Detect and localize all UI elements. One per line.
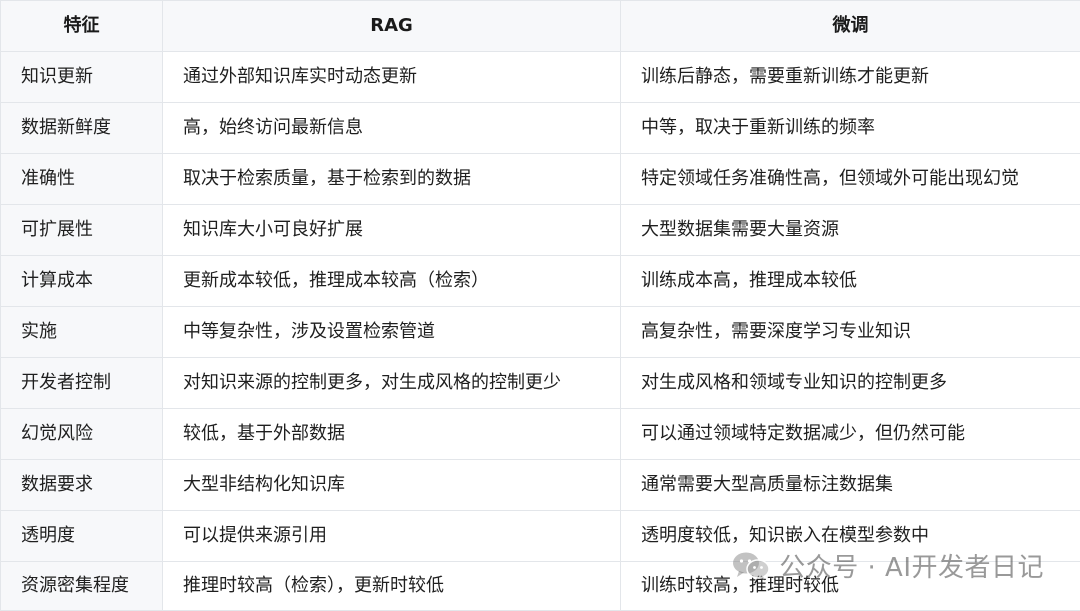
feature-cell: 准确性	[1, 154, 163, 205]
comparison-table: 特征 RAG 微调 知识更新 通过外部知识库实时动态更新 训练后静态，需要重新训…	[0, 0, 1080, 611]
header-finetune: 微调	[621, 1, 1080, 52]
rag-cell: 对知识来源的控制更多，对生成风格的控制更少	[163, 358, 621, 409]
feature-cell: 实施	[1, 307, 163, 358]
rag-cell: 知识库大小可良好扩展	[163, 205, 621, 256]
finetune-cell: 高复杂性，需要深度学习专业知识	[621, 307, 1080, 358]
finetune-cell: 训练时较高，推理时较低	[621, 562, 1080, 611]
table-row: 资源密集程度 推理时较高（检索），更新时较低 训练时较高，推理时较低	[1, 562, 1080, 611]
rag-cell: 取决于检索质量，基于检索到的数据	[163, 154, 621, 205]
header-feature: 特征	[1, 1, 163, 52]
finetune-cell: 训练后静态，需要重新训练才能更新	[621, 52, 1080, 103]
feature-cell: 计算成本	[1, 256, 163, 307]
finetune-cell: 对生成风格和领域专业知识的控制更多	[621, 358, 1080, 409]
table-row: 可扩展性 知识库大小可良好扩展 大型数据集需要大量资源	[1, 205, 1080, 256]
finetune-cell: 训练成本高，推理成本较低	[621, 256, 1080, 307]
rag-cell: 通过外部知识库实时动态更新	[163, 52, 621, 103]
table-body: 知识更新 通过外部知识库实时动态更新 训练后静态，需要重新训练才能更新 数据新鲜…	[1, 52, 1080, 611]
table-row: 知识更新 通过外部知识库实时动态更新 训练后静态，需要重新训练才能更新	[1, 52, 1080, 103]
rag-cell: 高，始终访问最新信息	[163, 103, 621, 154]
table-row: 幻觉风险 较低，基于外部数据 可以通过领域特定数据减少，但仍然可能	[1, 409, 1080, 460]
table-header: 特征 RAG 微调	[1, 1, 1080, 52]
feature-cell: 幻觉风险	[1, 409, 163, 460]
feature-cell: 可扩展性	[1, 205, 163, 256]
rag-cell: 更新成本较低，推理成本较高（检索）	[163, 256, 621, 307]
table-row: 数据新鲜度 高，始终访问最新信息 中等，取决于重新训练的频率	[1, 103, 1080, 154]
table-row: 数据要求 大型非结构化知识库 通常需要大型高质量标注数据集	[1, 460, 1080, 511]
feature-cell: 数据要求	[1, 460, 163, 511]
rag-cell: 较低，基于外部数据	[163, 409, 621, 460]
rag-cell: 推理时较高（检索），更新时较低	[163, 562, 621, 611]
finetune-cell: 大型数据集需要大量资源	[621, 205, 1080, 256]
table-row: 准确性 取决于检索质量，基于检索到的数据 特定领域任务准确性高，但领域外可能出现…	[1, 154, 1080, 205]
rag-cell: 中等复杂性，涉及设置检索管道	[163, 307, 621, 358]
table-row: 开发者控制 对知识来源的控制更多，对生成风格的控制更少 对生成风格和领域专业知识…	[1, 358, 1080, 409]
finetune-cell: 可以通过领域特定数据减少，但仍然可能	[621, 409, 1080, 460]
feature-cell: 透明度	[1, 511, 163, 562]
finetune-cell: 中等，取决于重新训练的频率	[621, 103, 1080, 154]
feature-cell: 开发者控制	[1, 358, 163, 409]
table-row: 透明度 可以提供来源引用 透明度较低，知识嵌入在模型参数中	[1, 511, 1080, 562]
feature-cell: 知识更新	[1, 52, 163, 103]
finetune-cell: 通常需要大型高质量标注数据集	[621, 460, 1080, 511]
finetune-cell: 特定领域任务准确性高，但领域外可能出现幻觉	[621, 154, 1080, 205]
feature-cell: 数据新鲜度	[1, 103, 163, 154]
header-rag: RAG	[163, 1, 621, 52]
table-row: 实施 中等复杂性，涉及设置检索管道 高复杂性，需要深度学习专业知识	[1, 307, 1080, 358]
feature-cell: 资源密集程度	[1, 562, 163, 611]
rag-cell: 大型非结构化知识库	[163, 460, 621, 511]
table-row: 计算成本 更新成本较低，推理成本较高（检索） 训练成本高，推理成本较低	[1, 256, 1080, 307]
rag-cell: 可以提供来源引用	[163, 511, 621, 562]
header-row: 特征 RAG 微调	[1, 1, 1080, 52]
finetune-cell: 透明度较低，知识嵌入在模型参数中	[621, 511, 1080, 562]
